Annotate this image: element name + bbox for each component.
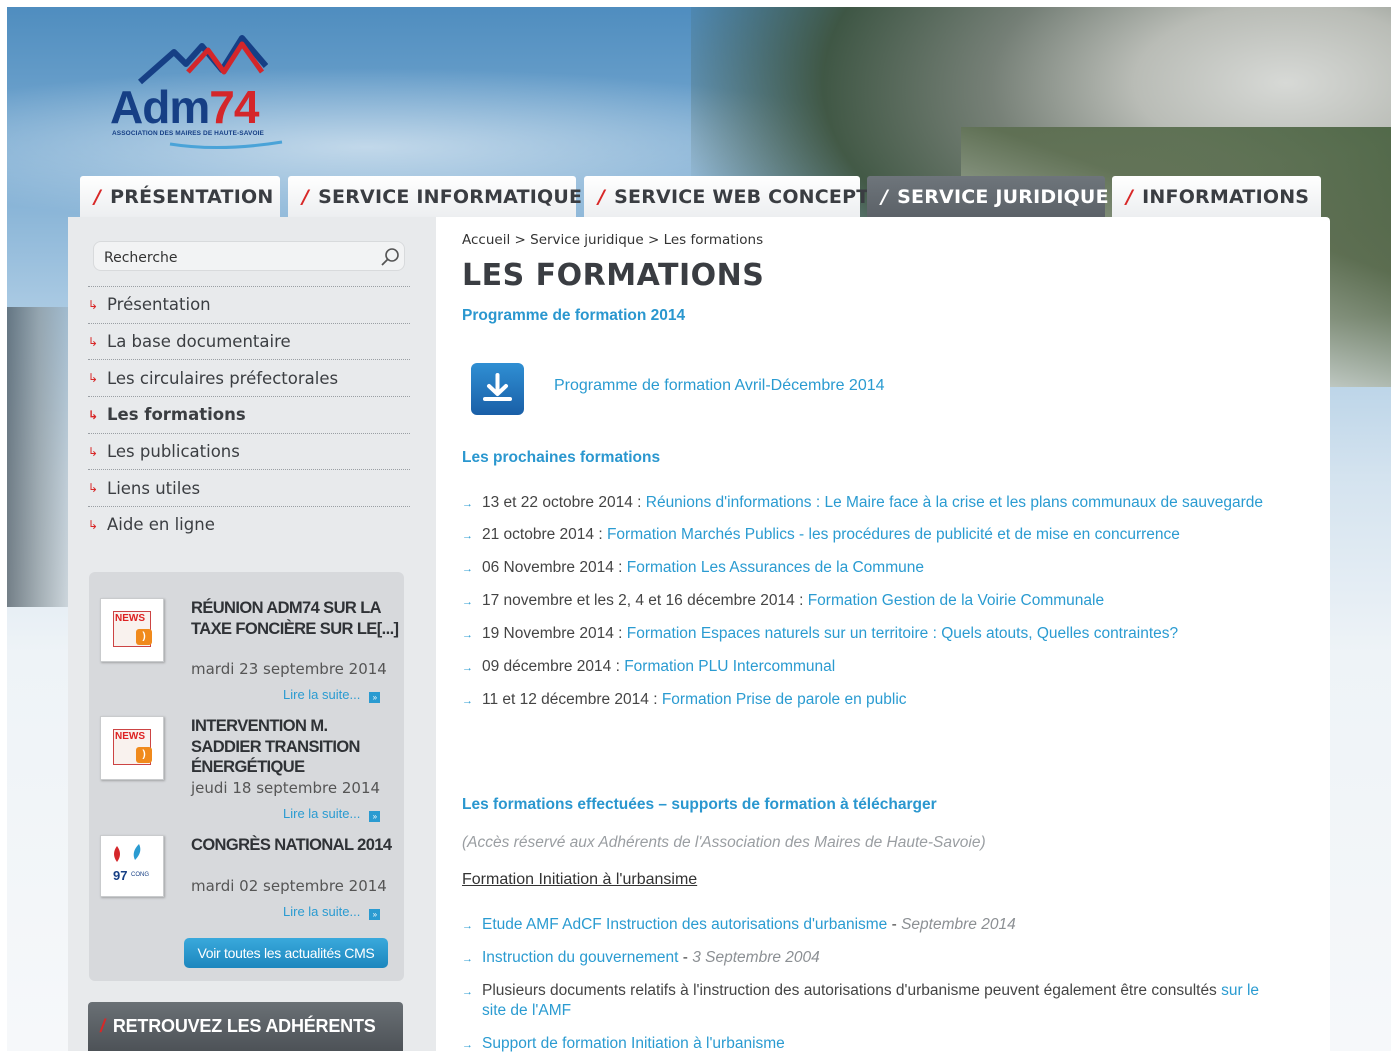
slash-icon: / bbox=[1126, 186, 1134, 208]
logo-swoosh-icon bbox=[169, 140, 283, 150]
read-more-link[interactable]: Lire la suite...» bbox=[283, 904, 381, 920]
logo-wordmark: Adm74 bbox=[110, 81, 259, 133]
external-link-icon: » bbox=[369, 909, 381, 920]
tab-informations[interactable]: / INFORMATIONS bbox=[1112, 176, 1321, 218]
slash-icon: / bbox=[881, 186, 889, 208]
news-item[interactable]: 97 CONG CONGRÈS NATIONAL 2014 mardi 02 s… bbox=[100, 835, 400, 925]
arrow-icon: ↳ bbox=[88, 407, 99, 422]
mountain-logo-icon bbox=[138, 35, 268, 85]
news-title[interactable]: RÉUNION ADM74 SUR LA TAXE FONCIÈRE SUR L… bbox=[191, 598, 401, 639]
list-item: 06 Novembre 2014 : Formation Les Assuran… bbox=[462, 558, 1282, 579]
sidebar-item-circulaires[interactable]: ↳ Les circulaires préfectorales bbox=[88, 359, 410, 396]
slash-icon: / bbox=[100, 1016, 105, 1036]
arrow-icon: ↳ bbox=[88, 297, 99, 312]
congres-thumbnail-icon: 97 CONG bbox=[100, 835, 164, 897]
slash-icon: / bbox=[598, 186, 606, 208]
urbanisme-list: Etude AMF AdCF Instruction des autorisat… bbox=[462, 915, 1282, 1055]
news-item[interactable]: NEWS ) RÉUNION ADM74 SUR LA TAXE FONCIÈR… bbox=[100, 598, 400, 708]
list-item: 11 et 12 décembre 2014 : Formation Prise… bbox=[462, 690, 1282, 711]
site-logo[interactable]: Adm74 ASSOCIATION DES MAIRES DE HAUTE-SA… bbox=[110, 30, 290, 155]
tab-service-informatique[interactable]: / SERVICE INFORMATIQUE bbox=[288, 176, 582, 218]
breadcrumb-home[interactable]: Accueil bbox=[462, 232, 510, 248]
sidebar-item-publications[interactable]: ↳ Les publications bbox=[88, 432, 410, 470]
restricted-note: (Accès réservé aux Adhérents de l'Associ… bbox=[462, 834, 986, 851]
breadcrumb-section[interactable]: Service juridique bbox=[530, 232, 644, 248]
adherents-banner[interactable]: / RETROUVEZ LES ADHÉRENTS bbox=[88, 1002, 403, 1051]
document-link[interactable]: Support de formation Initiation à l'urba… bbox=[482, 1035, 785, 1052]
list-item: Etude AMF AdCF Instruction des autorisat… bbox=[462, 915, 1282, 936]
formation-link[interactable]: Formation Gestion de la Voirie Communale bbox=[808, 592, 1104, 609]
list-item: Instruction du gouvernement - 3 Septembr… bbox=[462, 948, 1282, 969]
search-input[interactable]: Recherche bbox=[93, 241, 405, 271]
sidebar-item-presentation[interactable]: ↳ Présentation bbox=[88, 286, 410, 323]
formation-link[interactable]: Réunions d'informations : Le Maire face … bbox=[646, 494, 1263, 511]
svg-text:97: 97 bbox=[113, 868, 127, 883]
breadcrumb: Accueil > Service juridique > Les format… bbox=[462, 232, 764, 248]
document-link[interactable]: Etude AMF AdCF Instruction des autorisat… bbox=[482, 916, 887, 933]
programme-download-link[interactable]: Programme de formation Avril-Décembre 20… bbox=[554, 377, 885, 395]
list-item: 19 Novembre 2014 : Formation Espaces nat… bbox=[462, 624, 1282, 645]
done-heading: Les formations effectuées – supports de … bbox=[462, 796, 937, 813]
read-more-link[interactable]: Lire la suite...» bbox=[283, 687, 381, 703]
tab-presentation[interactable]: / PRÉSENTATION bbox=[80, 176, 280, 218]
programme-heading: Programme de formation 2014 bbox=[462, 307, 686, 324]
tab-service-web-concept[interactable]: / SERVICE WEB CONCEPT bbox=[584, 176, 869, 218]
external-link-icon: » bbox=[369, 811, 381, 822]
slash-icon: / bbox=[302, 186, 310, 208]
arrow-icon: ↳ bbox=[88, 481, 99, 496]
sidebar-item-formations[interactable]: ↳ Les formations bbox=[88, 396, 410, 433]
list-item: Plusieurs documents relatifs à l'instruc… bbox=[462, 981, 1282, 1021]
news-title[interactable]: CONGRÈS NATIONAL 2014 bbox=[191, 835, 401, 856]
tab-service-juridique[interactable]: / SERVICE JURIDIQUE bbox=[867, 176, 1109, 218]
list-item: Support de formation Initiation à l'urba… bbox=[462, 1034, 1282, 1055]
news-title[interactable]: INTERVENTION M. SADDIER TRANSITION ÉNERG… bbox=[191, 716, 401, 778]
news-item[interactable]: NEWS ) INTERVENTION M. SADDIER TRANSITIO… bbox=[100, 716, 400, 826]
arrow-icon: ↳ bbox=[88, 334, 99, 349]
arrow-icon: ↳ bbox=[88, 444, 99, 459]
upcoming-heading: Les prochaines formations bbox=[462, 449, 661, 466]
read-more-link[interactable]: Lire la suite...» bbox=[283, 806, 381, 822]
list-item: 21 octobre 2014 : Formation Marchés Publ… bbox=[462, 525, 1282, 546]
news-thumbnail-icon: NEWS ) bbox=[100, 598, 164, 662]
news-date: jeudi 18 septembre 2014 bbox=[191, 779, 381, 797]
list-item: 09 décembre 2014 : Formation PLU Interco… bbox=[462, 657, 1282, 678]
news-date: mardi 23 septembre 2014 bbox=[191, 660, 387, 678]
sidebar-menu: ↳ Présentation ↳ La base documentaire ↳ Les… bbox=[88, 286, 410, 543]
all-news-button[interactable]: Voir toutes les actualités CMS bbox=[184, 938, 388, 968]
list-item: 17 novembre et les 2, 4 et 16 décembre 2… bbox=[462, 591, 1282, 612]
sidebar-item-liens-utiles[interactable]: ↳ Liens utiles bbox=[88, 469, 410, 506]
document-link[interactable]: Instruction du gouvernement bbox=[482, 949, 678, 966]
breadcrumb-current: Les formations bbox=[663, 232, 764, 248]
news-date: mardi 02 septembre 2014 bbox=[191, 877, 387, 895]
formation-link[interactable]: Formation Prise de parole en public bbox=[662, 691, 907, 708]
arrow-icon: ↳ bbox=[88, 517, 99, 532]
svg-text:CONG: CONG bbox=[131, 872, 149, 878]
download-icon[interactable] bbox=[471, 363, 524, 415]
formation-link[interactable]: Formation Les Assurances de la Commune bbox=[627, 559, 924, 576]
search-icon[interactable] bbox=[380, 247, 400, 267]
external-link-icon: » bbox=[369, 692, 381, 703]
formation-link[interactable]: Formation Marchés Publics - les procédur… bbox=[607, 526, 1180, 543]
slash-icon: / bbox=[94, 186, 102, 208]
sidebar-item-base-documentaire[interactable]: ↳ La base documentaire bbox=[88, 322, 410, 360]
upcoming-list: 13 et 22 octobre 2014 : Réunions d'infor… bbox=[462, 493, 1282, 711]
formation-link[interactable]: Formation PLU Intercommunal bbox=[624, 658, 835, 675]
news-thumbnail-icon: NEWS ) bbox=[100, 716, 164, 780]
page-title: LES FORMATIONS bbox=[462, 258, 765, 293]
list-item: 13 et 22 octobre 2014 : Réunions d'infor… bbox=[462, 493, 1282, 514]
arrow-icon: ↳ bbox=[88, 371, 99, 386]
sidebar-item-aide-en-ligne[interactable]: ↳ Aide en ligne bbox=[88, 506, 410, 543]
formation-link[interactable]: Formation Espaces naturels sur un territ… bbox=[627, 625, 1178, 642]
urbanisme-heading[interactable]: Formation Initiation à l'urbansime bbox=[462, 871, 697, 889]
logo-subtitle: ASSOCIATION DES MAIRES DE HAUTE-SAVOIE bbox=[112, 130, 264, 137]
